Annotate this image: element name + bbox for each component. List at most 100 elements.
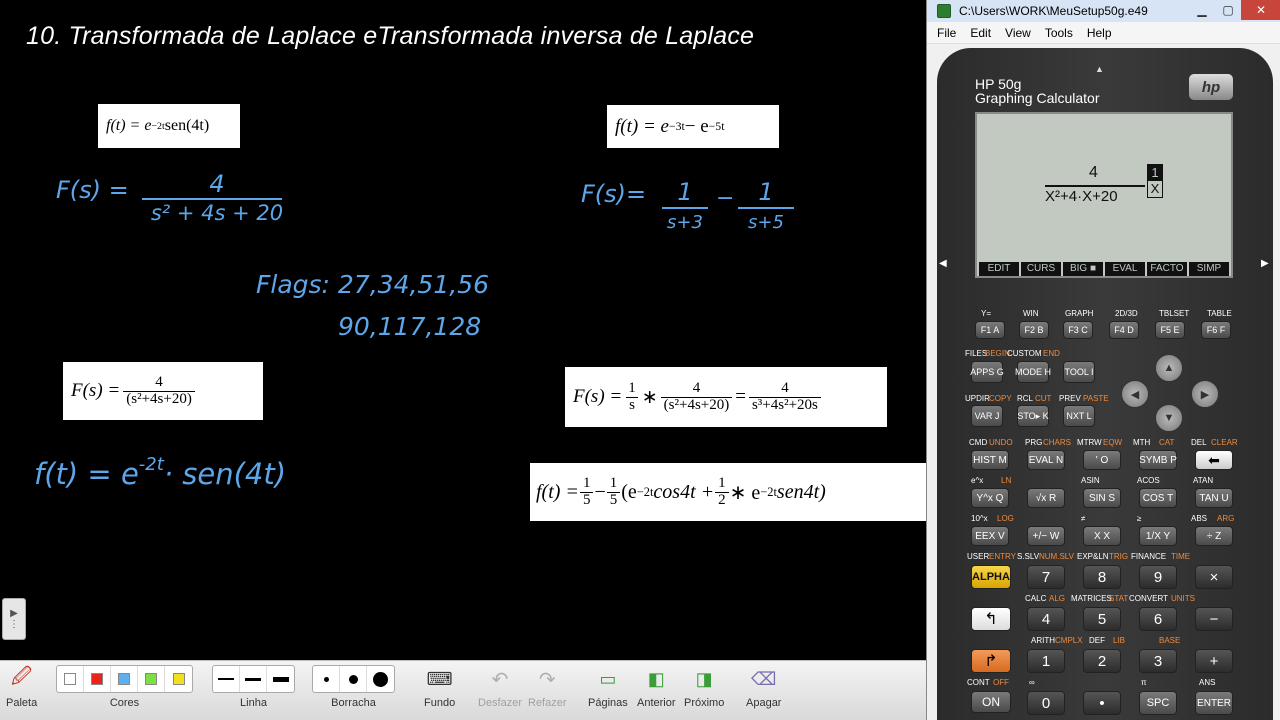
key-nxt[interactable]: NXT L	[1063, 405, 1095, 427]
maximize-button[interactable]: ▢	[1215, 0, 1241, 20]
redo-tool[interactable]: ↷ Refazer	[528, 665, 567, 710]
key-cos[interactable]: COS T	[1139, 488, 1177, 508]
key-4[interactable]: 4	[1027, 607, 1065, 631]
menu-file[interactable]: File	[937, 26, 956, 40]
key-left-shift[interactable]: ↰	[971, 607, 1011, 631]
key-label: ≠	[1081, 514, 1086, 523]
tool-label: Páginas	[588, 697, 628, 709]
key-negate[interactable]: +/− W	[1027, 526, 1065, 546]
key-6[interactable]: 6	[1139, 607, 1177, 631]
next-page-tool[interactable]: ◨ Próximo	[684, 665, 724, 710]
line-thick-button[interactable]	[267, 666, 294, 692]
color-white-button[interactable]	[57, 666, 84, 692]
formula-text: − e	[684, 115, 709, 137]
key-space[interactable]: SPC	[1139, 691, 1177, 715]
key-f3[interactable]: F3 C	[1063, 321, 1093, 339]
handwritten-fraction-bar	[662, 207, 708, 209]
key-sqrt[interactable]: √x R	[1027, 488, 1065, 508]
color-blue-button[interactable]	[111, 666, 138, 692]
screen-indicator-bottom: X	[1150, 181, 1160, 196]
app-icon	[937, 4, 951, 18]
close-button[interactable]: ✕	[1241, 0, 1280, 20]
key-right-shift[interactable]: ↱	[971, 649, 1011, 673]
line-thin-button[interactable]	[213, 666, 240, 692]
formula-text: f(t) = e	[615, 115, 669, 137]
key-mode[interactable]: MODE H	[1015, 361, 1051, 383]
key-1[interactable]: 1	[1027, 649, 1065, 673]
eraser-small-button[interactable]	[313, 666, 340, 692]
key-7[interactable]: 7	[1027, 565, 1065, 589]
fraction-numerator: 1	[628, 379, 636, 396]
key-multiply[interactable]: ×	[1195, 565, 1233, 589]
key-label: DEL	[1191, 438, 1207, 447]
key-9[interactable]: 9	[1139, 565, 1177, 589]
palette-tool[interactable]: 🖉 Paleta	[6, 665, 37, 709]
key-label: CONT	[967, 678, 990, 687]
key-quote[interactable]: ' O	[1083, 450, 1121, 470]
key-enter[interactable]: ENTER	[1195, 691, 1233, 715]
key-power[interactable]: Y^x Q	[971, 488, 1009, 508]
key-x[interactable]: X X	[1083, 526, 1121, 546]
fraction-numerator: 1	[609, 474, 618, 491]
key-decimal[interactable]: •	[1083, 691, 1121, 715]
key-0[interactable]: 0	[1027, 691, 1065, 715]
color-red-button[interactable]	[84, 666, 111, 692]
key-3[interactable]: 3	[1139, 649, 1177, 673]
key-alpha[interactable]: ALPHA	[971, 565, 1011, 589]
key-tool[interactable]: TOOL I	[1063, 361, 1095, 383]
key-label: CALC	[1025, 594, 1047, 603]
undo-tool[interactable]: ↶ Desfazer	[478, 665, 522, 710]
key-hist[interactable]: HIST M	[971, 450, 1009, 470]
side-panel-handle[interactable]: ▶ ⋮	[2, 598, 26, 640]
key-tan[interactable]: TAN U	[1195, 488, 1233, 508]
key-divide[interactable]: ÷ Z	[1195, 526, 1233, 546]
color-green-button[interactable]	[138, 666, 165, 692]
background-tool[interactable]: ⌨ Fundo	[424, 665, 455, 710]
key-apps[interactable]: APPS G	[970, 361, 1004, 383]
key-symb[interactable]: SYMB P	[1139, 450, 1177, 470]
key-subtract[interactable]: −	[1195, 607, 1233, 631]
whiteboard-canvas[interactable]: 10. Transformada de Laplace eTransformad…	[0, 0, 926, 660]
clear-tool[interactable]: ⌫ Apagar	[746, 665, 781, 710]
menu-tools[interactable]: Tools	[1045, 26, 1073, 40]
key-eval[interactable]: EVAL N	[1027, 450, 1065, 470]
color-yellow-button[interactable]	[165, 666, 192, 692]
key-eex[interactable]: EEX V	[971, 526, 1009, 546]
line-medium-button[interactable]	[240, 666, 267, 692]
minimize-button[interactable]: ▁	[1189, 0, 1215, 20]
eraser-medium-button[interactable]	[340, 666, 367, 692]
dot-large-icon	[373, 671, 388, 687]
eraser-large-button[interactable]	[367, 666, 394, 692]
key-sin[interactable]: SIN S	[1083, 488, 1121, 508]
eraser-icon: ⌫	[751, 668, 777, 689]
key-backspace[interactable]: ⬅	[1195, 450, 1233, 470]
key-var[interactable]: VAR J	[971, 405, 1003, 427]
menu-view[interactable]: View	[1005, 26, 1031, 40]
key-add[interactable]: +	[1195, 649, 1233, 673]
previous-page-tool[interactable]: ◧ Anterior	[637, 665, 676, 710]
fraction: 15	[606, 474, 621, 509]
key-on[interactable]: ON	[971, 691, 1011, 713]
key-label: PRG	[1025, 438, 1043, 447]
menu-edit[interactable]: Edit	[970, 26, 991, 40]
key-label: CLEAR	[1211, 438, 1238, 447]
key-f5[interactable]: F5 E	[1155, 321, 1185, 339]
key-label: LN	[1001, 476, 1012, 485]
key-label: ABS	[1191, 514, 1208, 523]
handwritten-text: · sen(4t)	[163, 457, 287, 491]
key-5[interactable]: 5	[1083, 607, 1121, 631]
key-inverse[interactable]: 1/X Y	[1139, 526, 1177, 546]
arrow-up-key[interactable]: ▲	[1155, 354, 1183, 382]
key-f4[interactable]: F4 D	[1109, 321, 1139, 339]
key-f1[interactable]: F1 A	[975, 321, 1005, 339]
key-sto[interactable]: STO▸ K	[1017, 405, 1049, 427]
key-f2[interactable]: F2 B	[1019, 321, 1049, 339]
menu-help[interactable]: Help	[1087, 26, 1112, 40]
arrow-right-key[interactable]: ▶	[1191, 380, 1219, 408]
key-8[interactable]: 8	[1083, 565, 1121, 589]
key-2[interactable]: 2	[1083, 649, 1121, 673]
arrow-left-key[interactable]: ◀	[1121, 380, 1149, 408]
pages-tool[interactable]: ▭ Páginas	[588, 665, 628, 710]
arrow-down-key[interactable]: ▼	[1155, 404, 1183, 432]
key-f6[interactable]: F6 F	[1201, 321, 1231, 339]
